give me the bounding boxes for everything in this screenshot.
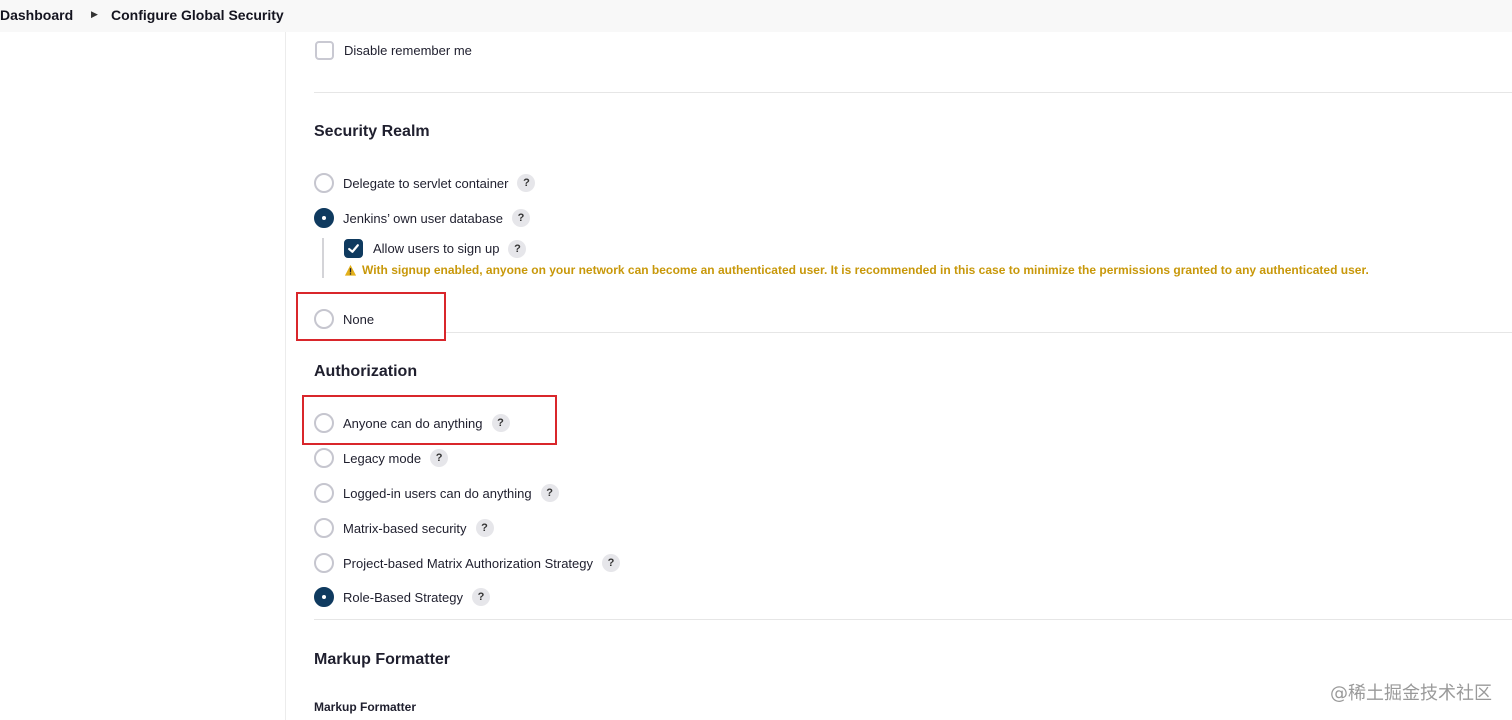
watermark: @稀土掘金技术社区 [1330,683,1492,704]
markup-formatter-label: Markup Formatter [314,700,417,714]
signup-warning: With signup enabled, anyone on your netw… [344,263,1369,277]
realm-servlet-label: Delegate to servlet container [343,175,509,191]
auth-option-project-matrix[interactable]: Project-based Matrix Authorization Strat… [314,553,621,573]
nested-options-bar [322,238,324,278]
main-content: Disable remember me Security Realm Deleg… [0,0,1512,720]
disable-remember-me-checkbox[interactable] [315,41,334,60]
auth-option-legacy[interactable]: Legacy mode ? [314,448,449,468]
disable-remember-me-row[interactable]: Disable remember me [315,41,472,60]
section-divider [314,92,1512,93]
markup-formatter-title: Markup Formatter [314,651,451,668]
auth-logged-in-radio[interactable] [314,483,334,503]
auth-matrix-radio[interactable] [314,518,334,538]
allow-signup-row[interactable]: Allow users to sign up ? [344,239,527,258]
highlight-box-anyone [302,395,557,445]
auth-option-logged-in[interactable]: Logged-in users can do anything ? [314,483,559,503]
help-icon[interactable]: ? [511,209,530,227]
help-icon[interactable]: ? [602,554,621,572]
auth-legacy-label: Legacy mode [343,450,422,466]
authorization-title: Authorization [314,363,418,380]
allow-signup-checkbox[interactable] [344,239,363,258]
auth-role-based-radio[interactable] [314,587,334,607]
help-icon[interactable]: ? [540,484,559,502]
auth-project-matrix-radio[interactable] [314,553,334,573]
allow-signup-label: Allow users to sign up [373,241,500,256]
realm-option-jenkins-db[interactable]: Jenkins’ own user database ? [314,208,530,228]
help-icon[interactable]: ? [517,174,536,192]
auth-legacy-radio[interactable] [314,448,334,468]
auth-logged-in-label: Logged-in users can do anything [343,485,532,501]
signup-warning-text: With signup enabled, anyone on your netw… [362,263,1369,277]
disable-remember-me-label: Disable remember me [344,43,472,58]
auth-option-role-based[interactable]: Role-Based Strategy ? [314,587,490,607]
section-divider [314,619,1512,620]
highlight-box-none [296,292,446,341]
auth-project-matrix-label: Project-based Matrix Authorization Strat… [343,555,594,571]
realm-jenkins-db-radio[interactable] [314,208,334,228]
check-icon [348,244,359,253]
security-realm-title: Security Realm [314,123,430,140]
realm-option-servlet[interactable]: Delegate to servlet container ? [314,173,536,193]
help-icon[interactable]: ? [430,449,449,467]
help-icon[interactable]: ? [475,519,494,537]
auth-option-matrix[interactable]: Matrix-based security ? [314,518,494,538]
section-divider [446,332,1512,333]
auth-role-based-label: Role-Based Strategy [343,589,463,605]
realm-jenkins-db-label: Jenkins’ own user database [343,210,503,226]
warning-icon [344,264,357,276]
auth-matrix-label: Matrix-based security [343,520,467,536]
help-icon[interactable]: ? [471,588,490,606]
help-icon[interactable]: ? [508,239,527,258]
realm-servlet-radio[interactable] [314,173,334,193]
